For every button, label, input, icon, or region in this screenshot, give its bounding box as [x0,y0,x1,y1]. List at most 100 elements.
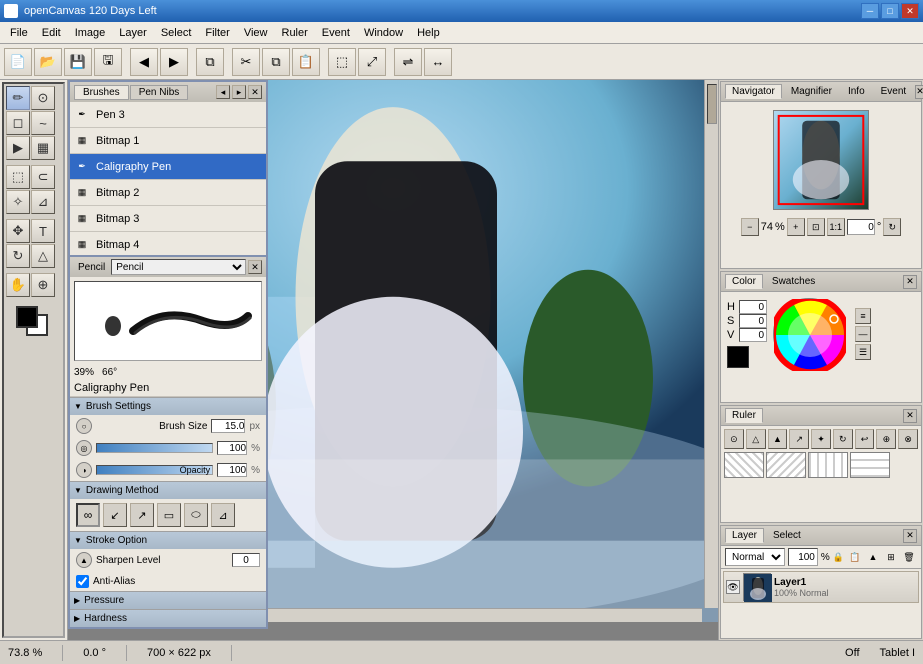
shape-tool[interactable]: △ [31,244,55,268]
select-magic-tool[interactable]: ✧ [6,190,30,214]
select-rect-tool[interactable]: ⬚ [6,165,30,189]
layer-move-up-button[interactable]: ▲ [865,549,881,565]
tab-magnifier[interactable]: Magnifier [784,84,839,99]
fill-tool[interactable]: ▶ [6,136,30,160]
copy-button[interactable]: ⧉ [262,48,290,76]
ruler-tool-5[interactable]: ✦ [811,429,831,449]
min-size-icon[interactable]: ◎ [76,440,92,456]
select-all-button[interactable]: ⬚ [328,48,356,76]
color-option-btn-1[interactable]: ≡ [855,308,871,324]
titlebar-controls[interactable]: ─ □ ✕ [861,3,919,19]
brush-panel-next[interactable]: ▸ [232,85,246,99]
save-button[interactable]: 💾 [64,48,92,76]
opacity-field[interactable] [788,548,818,566]
brush-item-caligraphy[interactable]: ✒ Caligraphy Pen [70,154,266,180]
brush-item-bitmap3[interactable]: ▦ Bitmap 3 [70,206,266,232]
tab-select[interactable]: Select [766,528,808,543]
layer-merge-button[interactable]: ⊞ [883,549,899,565]
ruler-panel-close[interactable]: ✕ [903,409,917,423]
v-input[interactable] [739,328,767,342]
menu-edit[interactable]: Edit [36,25,67,41]
eyedropper-tool[interactable]: ⊙ [31,86,55,110]
select-lasso-tool[interactable]: ⊂ [31,165,55,189]
minimize-button[interactable]: ─ [861,3,879,19]
pressure-header[interactable]: ▶ Pressure [70,591,266,609]
anti-alias-checkbox[interactable] [76,575,89,588]
cut-button[interactable]: ✂ [232,48,260,76]
zoom-100-button[interactable]: 1:1 [827,218,845,236]
menu-image[interactable]: Image [69,25,112,41]
prev-button[interactable]: ◀ [130,48,158,76]
paste-button[interactable]: 📋 [292,48,320,76]
resize-button[interactable]: ↔ [424,48,452,76]
stroke-option-header[interactable]: ▼ Stroke Option [70,531,266,549]
color-wheel-svg[interactable] [774,299,846,371]
s-input[interactable] [739,314,767,328]
zoom-in-button[interactable]: + [787,218,805,236]
h-input[interactable] [739,300,767,314]
pencil-panel-close[interactable]: ✕ [248,260,262,274]
foreground-color-box[interactable] [16,306,38,328]
menu-select[interactable]: Select [155,25,198,41]
draw-method-poly[interactable]: ⊿ [211,503,235,527]
ruler-pattern-2[interactable] [766,452,806,478]
ruler-pattern-4[interactable] [850,452,890,478]
brush-size-icon[interactable]: ○ [76,418,92,434]
new-button[interactable]: 📄 [4,48,32,76]
color-panel-close[interactable]: ✕ [903,275,917,289]
menu-view[interactable]: View [238,25,274,41]
pencil-type-select[interactable]: Pencil [111,259,246,275]
brush-size-input[interactable] [211,419,245,433]
move-tool[interactable]: ✥ [6,219,30,243]
pencil-tool[interactable]: ✏ [6,86,30,110]
drawing-method-header[interactable]: ▼ Drawing Method [70,481,266,499]
color-option-btn-2[interactable]: — [855,326,871,342]
select-pen-tool[interactable]: ⊿ [31,190,55,214]
tab-navigator[interactable]: Navigator [725,84,782,99]
tab-info[interactable]: Info [841,84,872,99]
layer-delete-button[interactable]: 🗑 [901,549,917,565]
ruler-tool-9[interactable]: ⊗ [898,429,918,449]
tab-swatches[interactable]: Swatches [765,274,822,289]
close-button[interactable]: ✕ [901,3,919,19]
draw-method-infinity[interactable]: ∞ [76,503,100,527]
vertical-scrollbar[interactable] [704,80,718,608]
opacity-icon[interactable]: ◑ [76,462,92,478]
brush-item-bitmap1[interactable]: ▦ Bitmap 1 [70,128,266,154]
menu-ruler[interactable]: Ruler [276,25,314,41]
flip-h-button[interactable]: ⇌ [394,48,422,76]
ruler-tool-4[interactable]: ↗ [789,429,809,449]
tab-ruler[interactable]: Ruler [725,408,763,423]
brush-panel-prev[interactable]: ◂ [216,85,230,99]
draw-method-ellipse[interactable]: ⬭ [184,503,208,527]
save-as-button[interactable]: 🖫 [94,48,122,76]
ruler-tool-2[interactable]: △ [746,429,766,449]
draw-method-curve2[interactable]: ↗ [130,503,154,527]
zoom-out-button[interactable]: − [741,218,759,236]
menu-filter[interactable]: Filter [199,25,235,41]
maximize-button[interactable]: □ [881,3,899,19]
menu-file[interactable]: File [4,25,34,41]
ruler-tool-3[interactable]: ▲ [768,429,788,449]
ruler-pattern-3[interactable] [808,452,848,478]
rotate-cw-button[interactable]: ↻ [883,218,901,236]
open-button[interactable]: 📂 [34,48,62,76]
ruler-tool-7[interactable]: ↩ [855,429,875,449]
fg-color-swatch[interactable] [727,346,749,368]
draw-method-curve1[interactable]: ↙ [103,503,127,527]
min-size-bar[interactable] [96,443,213,453]
tab-layer[interactable]: Layer [725,528,764,543]
brushes-tab[interactable]: Brushes [74,85,129,100]
ruler-tool-6[interactable]: ↻ [833,429,853,449]
hand-tool[interactable]: ✋ [6,273,30,297]
rotate-tool[interactable]: ↻ [6,244,30,268]
hardness-header[interactable]: ▶ Hardness [70,609,266,627]
zoom-tool[interactable]: ⊕ [31,273,55,297]
color-wheel[interactable] [773,298,845,370]
tab-color[interactable]: Color [725,274,763,289]
transform-button[interactable]: ⤢ [358,48,386,76]
layer-add-button[interactable]: 📋 [847,549,863,565]
draw-method-rect[interactable]: ▭ [157,503,181,527]
sharpen-value-input[interactable] [232,553,260,567]
navigator-panel-close[interactable]: ✕ [915,85,923,99]
